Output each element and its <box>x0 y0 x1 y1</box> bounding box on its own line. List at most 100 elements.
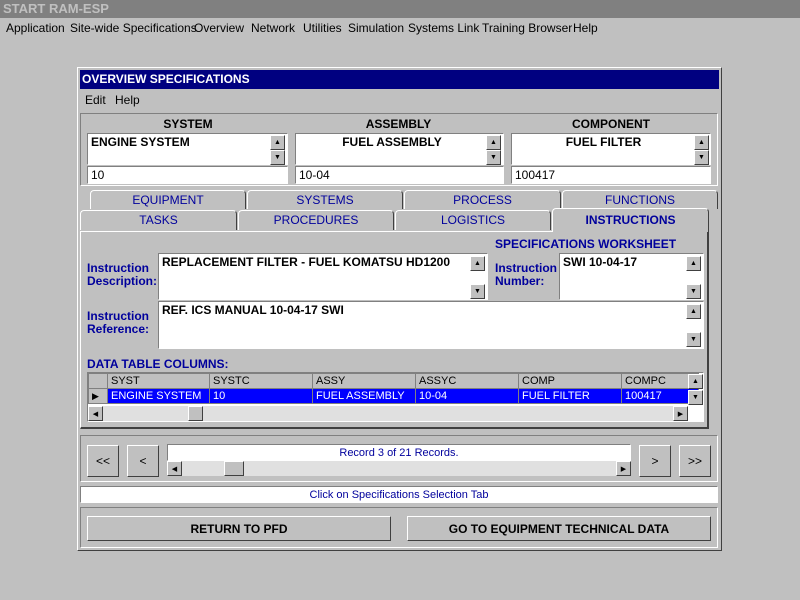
instruction-reference-label-line2: Reference: <box>87 322 150 336</box>
window-title: OVERVIEW SPECIFICATIONS <box>82 72 250 86</box>
table-cell[interactable]: FUEL FILTER <box>518 388 622 404</box>
reference-scroll-up-button[interactable]: ▲ <box>686 304 701 319</box>
menu-overview[interactable]: Overview <box>194 21 244 35</box>
last-record-button[interactable]: >> <box>679 445 711 477</box>
record-scroll-thumb[interactable] <box>224 461 244 476</box>
menu-training-browser[interactable]: Training Browser <box>482 21 572 35</box>
number-scroll-up-button[interactable]: ▲ <box>686 256 701 271</box>
menu-network[interactable]: Network <box>251 21 295 35</box>
table-hscrollbar[interactable]: ◀ ▶ <box>88 406 688 421</box>
tab-process[interactable]: PROCESS <box>404 190 561 209</box>
tab-logistics[interactable]: LOGISTICS <box>395 210 551 230</box>
component-code-value: 100417 <box>515 168 556 182</box>
table-cell[interactable]: 10-04 <box>415 388 519 404</box>
assembly-code-field[interactable]: 10-04 <box>295 166 504 184</box>
menu-simulation[interactable]: Simulation <box>348 21 404 35</box>
assembly-scroll-up-button[interactable]: ▲ <box>486 135 501 150</box>
reference-scroll-down-button[interactable]: ▼ <box>686 332 701 347</box>
status-text: Click on Specifications Selection Tab <box>309 489 489 501</box>
table-cell[interactable]: 10 <box>209 388 313 404</box>
component-name-field[interactable]: FUEL FILTER <box>511 133 711 165</box>
window-menu-help[interactable]: Help <box>115 93 140 107</box>
table-header-cell[interactable]: SYST <box>107 373 210 389</box>
instruction-reference-field[interactable]: REF. ICS MANUAL 10-04-17 SWI <box>158 301 704 349</box>
assembly-scroll-down-button[interactable]: ▼ <box>486 150 501 165</box>
table-header-cell[interactable]: ASSYC <box>415 373 519 389</box>
table-cell[interactable]: ENGINE SYSTEM <box>107 388 210 404</box>
window-menu-edit[interactable]: Edit <box>85 93 106 107</box>
assembly-label: ASSEMBLY <box>365 117 432 131</box>
tab-procedures[interactable]: PROCEDURES <box>238 210 394 230</box>
instruction-number-label-line2: Number: <box>495 274 545 288</box>
component-scroll-down-button[interactable]: ▼ <box>694 150 709 165</box>
go-to-equipment-technical-data-button[interactable]: GO TO EQUIPMENT TECHNICAL DATA <box>407 516 711 541</box>
description-scroll-down-button[interactable]: ▼ <box>470 284 485 299</box>
instruction-number-value: SWI 10-04-17 <box>563 255 638 269</box>
table-header-cell[interactable]: ASSY <box>312 373 416 389</box>
table-cell[interactable]: 100417 <box>621 388 699 404</box>
app-title-bar: START RAM-ESP <box>0 0 800 18</box>
tab-systems[interactable]: SYSTEMS <box>247 190 403 209</box>
data-table-grid: SYST SYSTC ASSY ASSYC COMP COMPC ▶ ENGIN… <box>88 373 699 404</box>
menu-help[interactable]: Help <box>573 21 598 35</box>
system-code-value: 10 <box>91 168 105 182</box>
number-scroll-down-button[interactable]: ▼ <box>686 284 701 299</box>
return-to-pfd-button[interactable]: RETURN TO PFD <box>87 516 391 541</box>
system-scroll-up-button[interactable]: ▲ <box>270 135 285 150</box>
table-cell[interactable]: FUEL ASSEMBLY <box>312 388 416 404</box>
data-table-label: DATA TABLE COLUMNS: <box>87 357 229 371</box>
row-selector-header <box>88 373 108 389</box>
instruction-description-field[interactable]: REPLACEMENT FILTER - FUEL KOMATSU HD1200 <box>158 253 488 300</box>
menu-application[interactable]: Application <box>6 21 65 35</box>
tab-instructions[interactable]: INSTRUCTIONS <box>552 208 709 232</box>
table-hscroll-thumb[interactable] <box>188 406 203 421</box>
instruction-reference-value: REF. ICS MANUAL 10-04-17 SWI <box>162 303 344 317</box>
assembly-name-field[interactable]: FUEL ASSEMBLY <box>295 133 504 165</box>
instruction-number-label: Instruction Number: <box>495 262 557 288</box>
table-header-cell[interactable]: COMPC <box>621 373 699 389</box>
instruction-reference-label: Instruction Reference: <box>87 310 149 336</box>
table-scroll-down-button[interactable]: ▼ <box>688 390 703 405</box>
instruction-description-value: REPLACEMENT FILTER - FUEL KOMATSU HD1200 <box>162 255 451 269</box>
assembly-name-value: FUEL ASSEMBLY <box>342 135 442 149</box>
record-scroll-right-button[interactable]: ▶ <box>616 461 631 476</box>
tab-equipment[interactable]: EQUIPMENT <box>90 190 246 209</box>
table-scroll-left-button[interactable]: ◀ <box>88 406 103 421</box>
table-header-cell[interactable]: SYSTC <box>209 373 313 389</box>
next-record-button[interactable]: > <box>639 445 671 477</box>
table-scroll-right-button[interactable]: ▶ <box>673 406 688 421</box>
instruction-description-label: Instruction Description: <box>87 262 157 288</box>
system-name-value: ENGINE SYSTEM <box>91 135 190 149</box>
status-bar: Click on Specifications Selection Tab <box>80 486 718 503</box>
system-scroll-down-button[interactable]: ▼ <box>270 150 285 165</box>
system-code-field[interactable]: 10 <box>87 166 288 184</box>
instruction-number-field[interactable]: SWI 10-04-17 <box>559 253 704 300</box>
row-selector-arrow-icon[interactable]: ▶ <box>88 388 108 404</box>
first-record-button[interactable]: << <box>87 445 119 477</box>
component-code-field[interactable]: 100417 <box>511 166 711 184</box>
record-status-field: Record 3 of 21 Records. <box>167 444 631 461</box>
previous-record-button[interactable]: < <box>127 445 159 477</box>
component-name-value: FUEL FILTER <box>565 135 642 149</box>
description-scroll-up-button[interactable]: ▲ <box>470 256 485 271</box>
menubar: Application Site-wide Specifications Ove… <box>0 19 800 38</box>
assembly-code-value: 10-04 <box>299 168 330 182</box>
instruction-description-label-line2: Description: <box>87 274 158 288</box>
specifications-worksheet-label: SPECIFICATIONS WORKSHEET <box>495 237 677 251</box>
menu-site-wide-specifications[interactable]: Site-wide Specifications <box>70 21 197 35</box>
record-scroll-left-button[interactable]: ◀ <box>167 461 182 476</box>
table-header-cell[interactable]: COMP <box>518 373 622 389</box>
component-scroll-up-button[interactable]: ▲ <box>694 135 709 150</box>
menu-systems-link[interactable]: Systems Link <box>408 21 479 35</box>
record-scrollbar[interactable]: ◀ ▶ <box>167 461 631 476</box>
tab-tasks[interactable]: TASKS <box>80 210 237 230</box>
tab-functions[interactable]: FUNCTIONS <box>562 190 718 209</box>
component-label: COMPONENT <box>572 117 650 131</box>
menu-utilities[interactable]: Utilities <box>303 21 342 35</box>
data-table[interactable]: SYST SYSTC ASSY ASSYC COMP COMPC ▶ ENGIN… <box>87 372 704 422</box>
table-scroll-up-button[interactable]: ▲ <box>688 374 703 389</box>
app-title: START RAM-ESP <box>3 1 109 16</box>
system-name-field[interactable]: ENGINE SYSTEM <box>87 133 288 165</box>
table-row[interactable]: ▶ ENGINE SYSTEM 10 FUEL ASSEMBLY 10-04 F… <box>88 388 699 404</box>
window-title-bar: OVERVIEW SPECIFICATIONS <box>80 70 719 89</box>
